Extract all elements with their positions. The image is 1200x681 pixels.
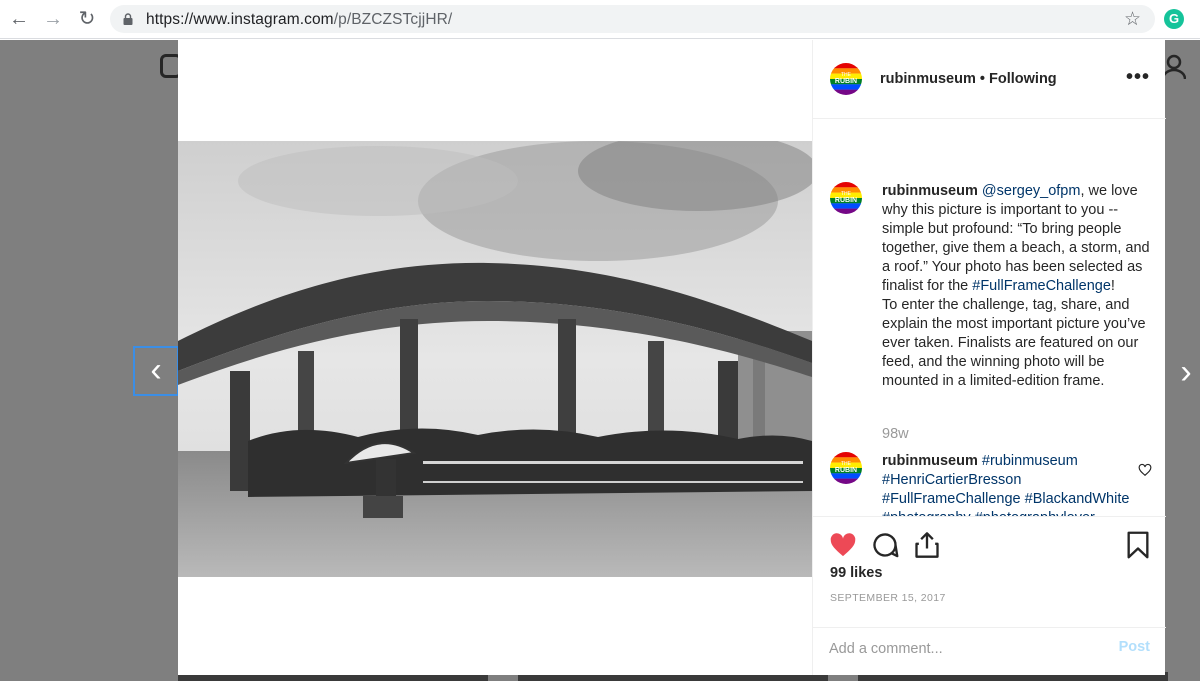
post-sidebar: THE RUBIN rubinmuseum • Following ••• TH… [812, 40, 1166, 675]
comment-paragraph: rubinmuseum @sergey_ofpm, we love why th… [882, 182, 1154, 296]
grammarly-icon[interactable]: G [1164, 9, 1184, 29]
address-bar[interactable]: https://www.instagram.com/p/BZCZSTcjjHR/… [110, 5, 1155, 33]
chevron-right-icon[interactable]: › [1172, 350, 1200, 394]
lock-icon [123, 13, 133, 25]
post-button[interactable]: Post [1119, 639, 1150, 655]
comments-list[interactable]: THE RUBIN rubinmuseum @sergey_ofpm, we l… [813, 120, 1166, 516]
avatar-text: RUBIN [835, 78, 857, 85]
bookmark-icon[interactable] [1124, 531, 1152, 559]
avatar-text: RUBIN [835, 197, 857, 204]
heart-icon[interactable] [829, 531, 857, 559]
comment-text: rubinmuseum @sergey_ofpm, we love why th… [882, 182, 1154, 391]
photo-area [178, 40, 812, 675]
comment-paragraph: To enter the challenge, tag, share, and … [882, 296, 1154, 391]
comment-input[interactable] [829, 638, 1089, 660]
avatar[interactable]: THE RUBIN [830, 182, 862, 214]
avatar-text: RUBIN [835, 467, 857, 474]
comment-timestamp[interactable]: 98w [882, 426, 909, 442]
hashtag-link[interactable]: #FullFrameChallenge [972, 278, 1111, 294]
post-date[interactable]: SEPTEMBER 15, 2017 [830, 592, 946, 604]
hashtag-link[interactable]: #rubinmuseum [982, 453, 1078, 469]
reload-button[interactable]: ↻ [76, 8, 98, 30]
url-path: /p/BZCZSTcjjHR/ [333, 11, 453, 28]
comment-text: rubinmuseum #rubinmuseum #HenriCartierBr… [882, 452, 1132, 516]
avatar[interactable]: THE RUBIN [830, 452, 862, 484]
hashtag-link[interactable]: #BlackandWhite [1025, 491, 1130, 507]
url-host: https://www.instagram.com [146, 11, 334, 28]
heart-icon[interactable] [1138, 463, 1152, 477]
avatar[interactable]: THE RUBIN [830, 63, 862, 95]
post-modal: THE RUBIN rubinmuseum • Following ••• TH… [178, 40, 1166, 675]
comment-username[interactable]: rubinmuseum [882, 453, 978, 469]
separator: • [975, 71, 990, 87]
chevron-left-icon[interactable]: ‹ [133, 346, 179, 396]
likes-count[interactable]: 99 likes [830, 565, 882, 581]
comment-username[interactable]: rubinmuseum [882, 183, 978, 199]
comment-form: Post [813, 627, 1166, 675]
url-text: https://www.instagram.com/p/BZCZSTcjjHR/ [146, 11, 452, 29]
comment-text-segment: ! [1110, 278, 1115, 294]
star-icon[interactable]: ☆ [1124, 8, 1141, 31]
back-button[interactable]: ← [8, 8, 30, 30]
comment-icon[interactable] [871, 531, 899, 559]
hashtag-link[interactable]: #HenriCartierBresson [882, 472, 1021, 488]
comment-paragraph: rubinmuseum #rubinmuseum #HenriCartierBr… [882, 452, 1132, 516]
more-icon[interactable]: ••• [1126, 66, 1150, 89]
hashtag-link[interactable]: #FullFrameChallenge [882, 491, 1021, 507]
comment-text-segment: To enter the challenge, tag, share, and … [882, 297, 1146, 389]
mention-link[interactable]: @sergey_ofpm [982, 183, 1081, 199]
share-icon[interactable] [913, 531, 941, 559]
username-link[interactable]: rubinmuseum [880, 71, 976, 87]
post-header: THE RUBIN rubinmuseum • Following ••• [813, 40, 1166, 119]
following-button[interactable]: Following [989, 71, 1057, 87]
post-photo[interactable] [178, 141, 812, 577]
browser-toolbar: ← → ↻ https://www.instagram.com/p/BZCZST… [0, 0, 1200, 39]
forward-button[interactable]: → [42, 8, 64, 30]
header-user: rubinmuseum • Following [880, 71, 1057, 87]
